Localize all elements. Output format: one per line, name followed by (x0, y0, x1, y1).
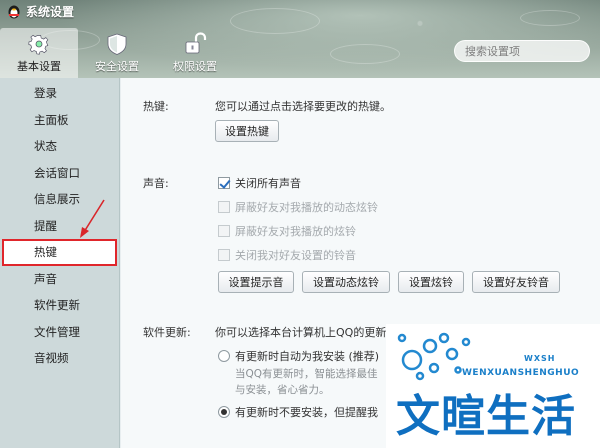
unlock-icon (182, 32, 208, 56)
update-section-label: 软件更新: (143, 326, 191, 339)
watermark-url-text: WENXUANSHENGHUO (462, 368, 580, 378)
sidebar-item-login[interactable]: 登录 (0, 80, 119, 107)
annotation-arrow-icon (80, 199, 105, 238)
set-notification-sound-button[interactable]: 设置提示音 (218, 271, 294, 293)
sidebar-item-file-management[interactable]: 文件管理 (0, 319, 119, 346)
sidebar-item-main-panel[interactable]: 主面板 (0, 107, 119, 134)
sidebar: 登录 主面板 状态 会话窗口 信息展示 提醒 热键 声音 软件更新 文件管理 音… (0, 78, 120, 448)
qq-penguin-icon (6, 3, 22, 19)
disable-friend-ringtone-checkbox[interactable] (218, 249, 230, 261)
hotkey-section-label: 热键: (143, 100, 169, 113)
mute-all-checkbox-row[interactable]: 关闭所有声音 (218, 175, 301, 191)
radio-label: 有更新时不要安装，但提醒我 (235, 406, 378, 419)
checkbox-label: 屏蔽好友对我播放的炫铃 (235, 225, 356, 238)
block-dynamic-ringtone-checkbox[interactable] (218, 201, 230, 213)
radio-label: 有更新时自动为我安装 (推荐) (235, 350, 380, 363)
auto-install-radio[interactable] (218, 350, 230, 362)
tab-basic-settings[interactable]: 基本设置 (0, 28, 78, 78)
sidebar-item-sound[interactable]: 声音 (0, 266, 119, 293)
sidebar-item-audio-video[interactable]: 音视频 (0, 345, 119, 372)
block-dynamic-ringtone-checkbox-row[interactable]: 屏蔽好友对我播放的动态炫铃 (218, 199, 378, 215)
search-box (454, 40, 590, 62)
set-friend-ringtone-button[interactable]: 设置好友铃音 (472, 271, 560, 293)
checkbox-label: 屏蔽好友对我播放的动态炫铃 (235, 201, 378, 214)
sidebar-item-chat-window[interactable]: 会话窗口 (0, 160, 119, 187)
top-tab-bar: 基本设置 安全设置 权限设置 (0, 28, 234, 78)
window-title: 系统设置 (26, 4, 75, 19)
hotkey-description: 您可以通过点击选择要更改的热键。 (215, 100, 391, 113)
sidebar-item-hotkey[interactable]: 热键 (2, 239, 117, 266)
checkbox-label: 关闭所有声音 (235, 177, 301, 190)
notify-only-radio[interactable] (218, 406, 230, 418)
disable-friend-ringtone-checkbox-row[interactable]: 关闭我对好友设置的铃音 (218, 247, 356, 263)
title-bar: 系统设置 (0, 0, 600, 22)
tab-permission-settings[interactable]: 权限设置 (156, 28, 234, 78)
block-ringtone-checkbox[interactable] (218, 225, 230, 237)
tab-security-settings[interactable]: 安全设置 (78, 28, 156, 78)
update-description: 你可以选择本台计算机上QQ的更新 (215, 326, 387, 339)
tab-label: 安全设置 (95, 60, 139, 73)
mute-all-checkbox[interactable] (218, 177, 230, 189)
watermark-brand: 文暄生活 (396, 391, 576, 442)
block-ringtone-checkbox-row[interactable]: 屏蔽好友对我播放的炫铃 (218, 223, 356, 239)
watermark-tag: WXSH (524, 354, 556, 363)
sound-section-label: 声音: (143, 177, 169, 190)
notify-only-radio-row[interactable]: 有更新时不要安装，但提醒我 (218, 404, 378, 420)
set-hotkey-button[interactable]: 设置热键 (215, 120, 279, 142)
sidebar-item-status[interactable]: 状态 (0, 133, 119, 160)
auto-install-radio-row[interactable]: 有更新时自动为我安装 (推荐) (218, 348, 379, 364)
auto-install-hint-line-1: 当QQ有更新时，智能选择最佳 (235, 368, 378, 380)
search-input[interactable] (465, 44, 579, 58)
gear-icon (26, 32, 52, 56)
auto-install-hint-line-2: 与安装，省心省力。 (235, 384, 330, 396)
tab-label: 权限设置 (173, 60, 217, 73)
set-dynamic-ringtone-button[interactable]: 设置动态炫铃 (302, 271, 390, 293)
tab-label: 基本设置 (17, 60, 61, 73)
set-ringtone-button[interactable]: 设置炫铃 (398, 271, 464, 293)
checkbox-label: 关闭我对好友设置的铃音 (235, 249, 356, 262)
shield-icon (104, 32, 130, 56)
watermark-logo: WXSH WENXUANSHENGHUO 文暄生活 (386, 324, 600, 448)
sidebar-item-software-update[interactable]: 软件更新 (0, 292, 119, 319)
header-bar: 系统设置 基本设置 安全设置 权限设置 搜索设置项 (0, 0, 600, 78)
